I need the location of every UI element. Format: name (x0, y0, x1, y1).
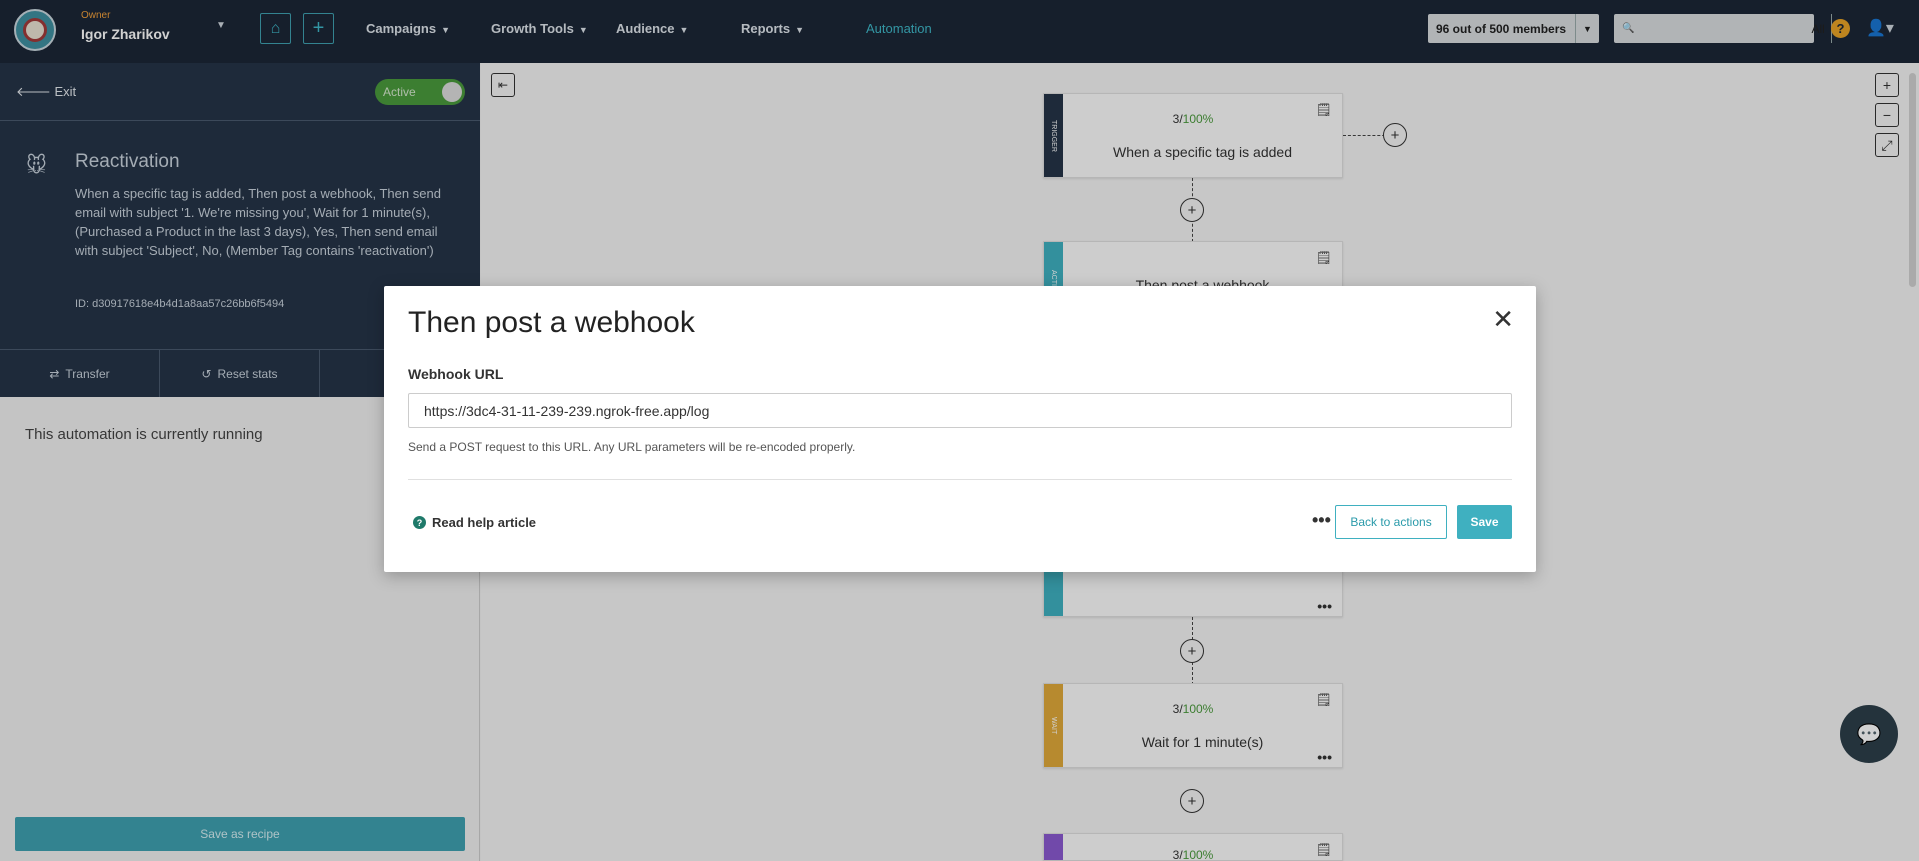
help-icon: ? (413, 516, 426, 529)
back-to-actions-button[interactable]: Back to actions (1335, 505, 1447, 539)
webhook-url-input[interactable] (408, 393, 1512, 428)
webhook-url-label: Webhook URL (408, 366, 504, 382)
help-article-label: Read help article (432, 515, 537, 530)
help-article-link[interactable]: ? Read help article (413, 515, 536, 530)
webhook-url-hint: Send a POST request to this URL. Any URL… (408, 440, 856, 454)
more-options-icon[interactable]: ••• (1312, 510, 1331, 531)
close-icon[interactable]: ✕ (1492, 304, 1514, 335)
modal-title: Then post a webhook (408, 306, 695, 339)
save-button[interactable]: Save (1457, 505, 1512, 539)
webhook-modal: Then post a webhook ✕ Webhook URL Send a… (384, 286, 1536, 572)
divider (408, 479, 1512, 480)
